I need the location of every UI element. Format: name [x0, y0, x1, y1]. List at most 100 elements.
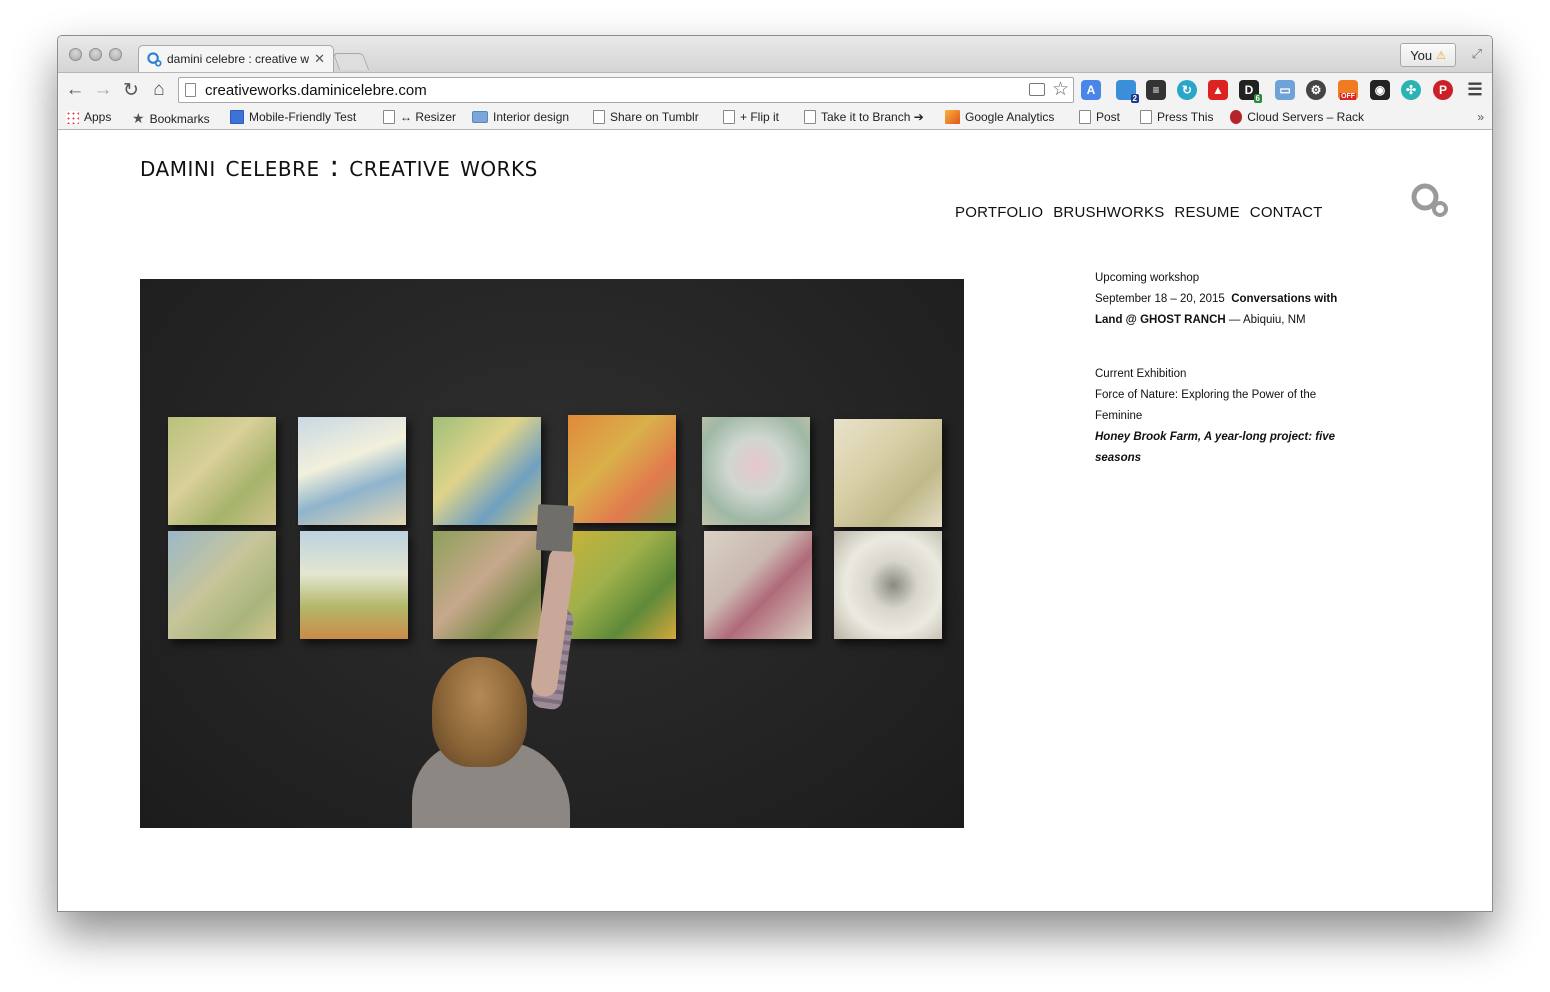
bookmark-label: Cloud Servers – Rack — [1247, 110, 1364, 124]
sync-icon[interactable]: ↻ — [1177, 80, 1197, 100]
bookmark-interior-design[interactable]: Interior design — [472, 110, 569, 124]
extension-badge: 6 — [1253, 94, 1262, 103]
bookmark-apps[interactable]: Apps — [66, 110, 111, 124]
minimize-window-button[interactable] — [89, 48, 102, 61]
bookmark-label: ↔ Resizer — [400, 110, 457, 124]
exhibition-heading: Current Exhibition — [1095, 368, 1187, 380]
extension-d-icon[interactable]: D 6 — [1239, 80, 1262, 103]
rackspace-icon — [1230, 110, 1243, 124]
bookmark-bookmarks[interactable]: ★ Bookmarks — [132, 110, 210, 127]
browser-tab-active[interactable]: damini celebre : creative w ✕ — [138, 45, 334, 72]
workshop-block: Upcoming workshop September 18 – 20, 201… — [1095, 268, 1355, 331]
bookmarks-bar: Apps ★ Bookmarks Mobile-Friendly Test ↔ … — [58, 106, 1492, 130]
camera-icon[interactable] — [1029, 83, 1045, 96]
bookmark-press-this[interactable]: Press This — [1140, 110, 1213, 124]
close-window-button[interactable] — [69, 48, 82, 61]
new-tab-button[interactable] — [332, 53, 370, 70]
extension-off-icon[interactable]: OFF — [1338, 80, 1358, 100]
nav-resume[interactable]: RESUME — [1174, 204, 1239, 221]
fullscreen-icon[interactable]: ⤢ — [1472, 46, 1482, 62]
extension-contacts-icon[interactable]: 2 — [1116, 80, 1139, 103]
analytics-icon — [945, 110, 960, 124]
folder-icon — [472, 111, 488, 123]
page-content: damini celebre : creative works PORTFOLI… — [58, 131, 1492, 911]
warning-icon: ⚠ — [1436, 49, 1446, 62]
workshop-location: — Abiquiu, NM — [1225, 314, 1306, 326]
owl-icon[interactable]: ◉ — [1370, 80, 1390, 100]
address-bar[interactable]: creativeworks.daminicelebre.com ☆ — [178, 77, 1074, 103]
bookmark-google-analytics[interactable]: Google Analytics — [945, 110, 1054, 124]
tab-close-icon[interactable]: ✕ — [314, 51, 325, 67]
extension-network-icon[interactable]: ✣ — [1401, 80, 1421, 100]
bookmark-flip-it[interactable]: + Flip it — [723, 110, 779, 124]
extension-badge: OFF — [1340, 93, 1356, 100]
page-icon — [383, 110, 395, 124]
gear-icon[interactable]: ⚙ — [1306, 80, 1326, 100]
painting-tile — [300, 531, 408, 639]
painting-tile — [704, 531, 812, 639]
exhibition-project-link[interactable]: Honey Brook Farm, A year-long project: f… — [1095, 427, 1355, 469]
translate-icon[interactable]: A — [1081, 80, 1101, 100]
exhibition-title: Force of Nature: Exploring the Power of … — [1095, 389, 1317, 422]
hero-artwork-photo — [140, 279, 964, 828]
pocket-icon[interactable]: ▲ — [1208, 80, 1228, 100]
painting-tile — [568, 415, 676, 523]
bookmark-label: Take it to Branch ➔ — [821, 110, 924, 124]
painting-tile — [834, 419, 942, 527]
artist-head — [432, 657, 527, 767]
page-icon — [1140, 110, 1152, 124]
bookmark-star-icon[interactable]: ☆ — [1052, 78, 1069, 101]
forward-arrow-icon[interactable]: → — [92, 79, 114, 101]
tab-title: damini celebre : creative w — [167, 52, 310, 66]
workshop-dates: September 18 – 20, 2015 — [1095, 293, 1225, 305]
page-icon — [1079, 110, 1091, 124]
profile-button[interactable]: You ⚠ — [1400, 43, 1456, 67]
reload-icon[interactable]: ↻ — [120, 79, 142, 102]
google-icon — [230, 110, 244, 124]
nav-brushworks[interactable]: BRUSHWORKS — [1053, 204, 1164, 221]
bookmark-cloud-servers[interactable]: Cloud Servers – Rack — [1230, 110, 1364, 124]
bookmark-label: Press This — [1157, 110, 1214, 124]
browser-window: damini celebre : creative w ✕ You ⚠ ⤢ ← … — [57, 35, 1493, 912]
home-icon[interactable]: ⌂ — [148, 79, 170, 101]
menu-icon[interactable]: ☰ — [1465, 80, 1485, 100]
page-icon — [723, 110, 735, 124]
bookmark-post[interactable]: Post — [1079, 110, 1120, 124]
painting-tile — [298, 417, 406, 525]
painting-tile — [568, 531, 676, 639]
site-logo-icon[interactable] — [1410, 183, 1450, 219]
bookmark-mobile-friendly-test[interactable]: Mobile-Friendly Test — [230, 110, 356, 124]
bookmark-label: Mobile-Friendly Test — [249, 110, 357, 124]
buffer-icon[interactable]: ≡ — [1146, 80, 1166, 100]
painting-tile — [433, 531, 541, 639]
site-favicon-icon — [147, 51, 162, 67]
bookmark-label: Share on Tumblr — [610, 110, 699, 124]
url-text: creativeworks.daminicelebre.com — [205, 81, 427, 99]
window-icon[interactable]: ▭ — [1275, 80, 1295, 100]
sidebar-announcements: Upcoming workshop September 18 – 20, 201… — [1095, 268, 1355, 502]
star-icon: ★ — [132, 110, 145, 126]
nav-portfolio[interactable]: PORTFOLIO — [955, 204, 1043, 221]
back-arrow-icon[interactable]: ← — [64, 79, 86, 101]
bookmark-label: Google Analytics — [965, 110, 1055, 124]
page-icon — [185, 83, 196, 97]
site-title[interactable]: damini celebre : creative works — [140, 149, 538, 183]
page-icon — [804, 110, 816, 124]
nav-contact[interactable]: CONTACT — [1250, 204, 1323, 221]
apps-grid-icon — [66, 110, 79, 124]
more-bookmarks-chevron-icon[interactable]: » — [1477, 110, 1484, 124]
pinterest-icon[interactable]: P — [1433, 80, 1453, 100]
profile-label: You — [1410, 47, 1433, 63]
bookmark-resizer[interactable]: ↔ Resizer — [383, 110, 456, 124]
bookmark-share-on-tumblr[interactable]: Share on Tumblr — [593, 110, 699, 124]
zoom-window-button[interactable] — [109, 48, 122, 61]
bookmark-label: Post — [1096, 110, 1121, 124]
page-icon — [593, 110, 605, 124]
bookmark-label: Interior design — [493, 110, 570, 124]
extension-badge: 2 — [1130, 94, 1139, 103]
bookmark-label: Apps — [84, 110, 112, 124]
bookmark-take-it-to-branch[interactable]: Take it to Branch ➔ — [804, 110, 924, 124]
painting-tile — [433, 417, 541, 525]
painting-tile — [168, 531, 276, 639]
main-nav: PORTFOLIO BRUSHWORKS RESUME CONTACT — [955, 204, 1323, 221]
